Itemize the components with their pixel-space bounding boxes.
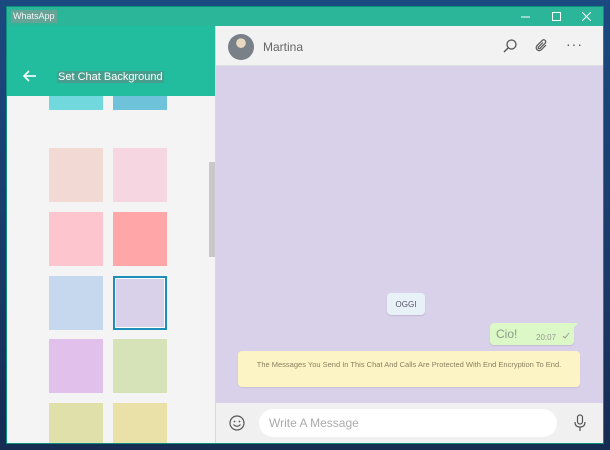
swatch-violet[interactable] (49, 339, 103, 393)
minimize-button[interactable] (510, 7, 540, 26)
swatch-peach[interactable] (49, 148, 103, 202)
title-bar[interactable]: WhatsApp (7, 7, 603, 26)
emoji-icon[interactable] (229, 415, 245, 431)
sent-check-icon (562, 332, 570, 339)
back-arrow-icon[interactable] (23, 70, 37, 82)
background-panel-header: Set Chat Background (7, 26, 215, 96)
swatch-sage[interactable] (113, 339, 167, 393)
message-input[interactable] (259, 409, 557, 437)
message-time: 20:07 (536, 333, 557, 342)
message-composer (216, 403, 603, 443)
close-button[interactable] (571, 7, 601, 26)
encryption-notice-text: The Messages You Send In This Chat And C… (256, 360, 562, 369)
message-text: Cio! (496, 327, 518, 341)
swatch-grid (7, 96, 215, 443)
date-chip-label: OGGI (395, 299, 417, 309)
swatch-lavender[interactable] (113, 276, 167, 330)
swatch-sand[interactable] (113, 403, 167, 443)
bubble-tail (571, 323, 578, 331)
encryption-notice[interactable]: The Messages You Send In This Chat And C… (238, 351, 580, 387)
swatch-pink[interactable] (49, 212, 103, 266)
app-title: WhatsApp (11, 10, 57, 23)
date-chip: OGGI (387, 293, 425, 315)
avatar[interactable] (228, 34, 254, 60)
more-icon[interactable]: ··· (566, 37, 582, 54)
swatch-light-blue[interactable] (49, 276, 103, 330)
search-icon[interactable] (502, 38, 518, 54)
minimize-icon (520, 16, 530, 18)
close-icon (581, 12, 591, 21)
app-window: WhatsApp Set Chat Background Martina ···… (7, 7, 603, 443)
attach-icon[interactable] (534, 38, 550, 54)
swatch-teal[interactable] (49, 96, 103, 110)
chat-header: Martina ··· (216, 26, 603, 66)
message-bubble-outgoing[interactable]: Cio! 20:07 (490, 323, 574, 345)
maximize-button[interactable] (541, 7, 571, 26)
contact-name[interactable]: Martina (263, 40, 303, 54)
swatch-salmon[interactable] (113, 212, 167, 266)
chat-area: OGGI Cio! 20:07 The Messages You Send In… (216, 66, 603, 403)
panel-title: Set Chat Background (57, 71, 164, 83)
swatch-olive[interactable] (49, 403, 103, 443)
swatch-sky[interactable] (113, 96, 167, 110)
mic-icon[interactable] (572, 414, 588, 432)
swatch-light-pink[interactable] (113, 148, 167, 202)
maximize-icon (551, 12, 561, 21)
